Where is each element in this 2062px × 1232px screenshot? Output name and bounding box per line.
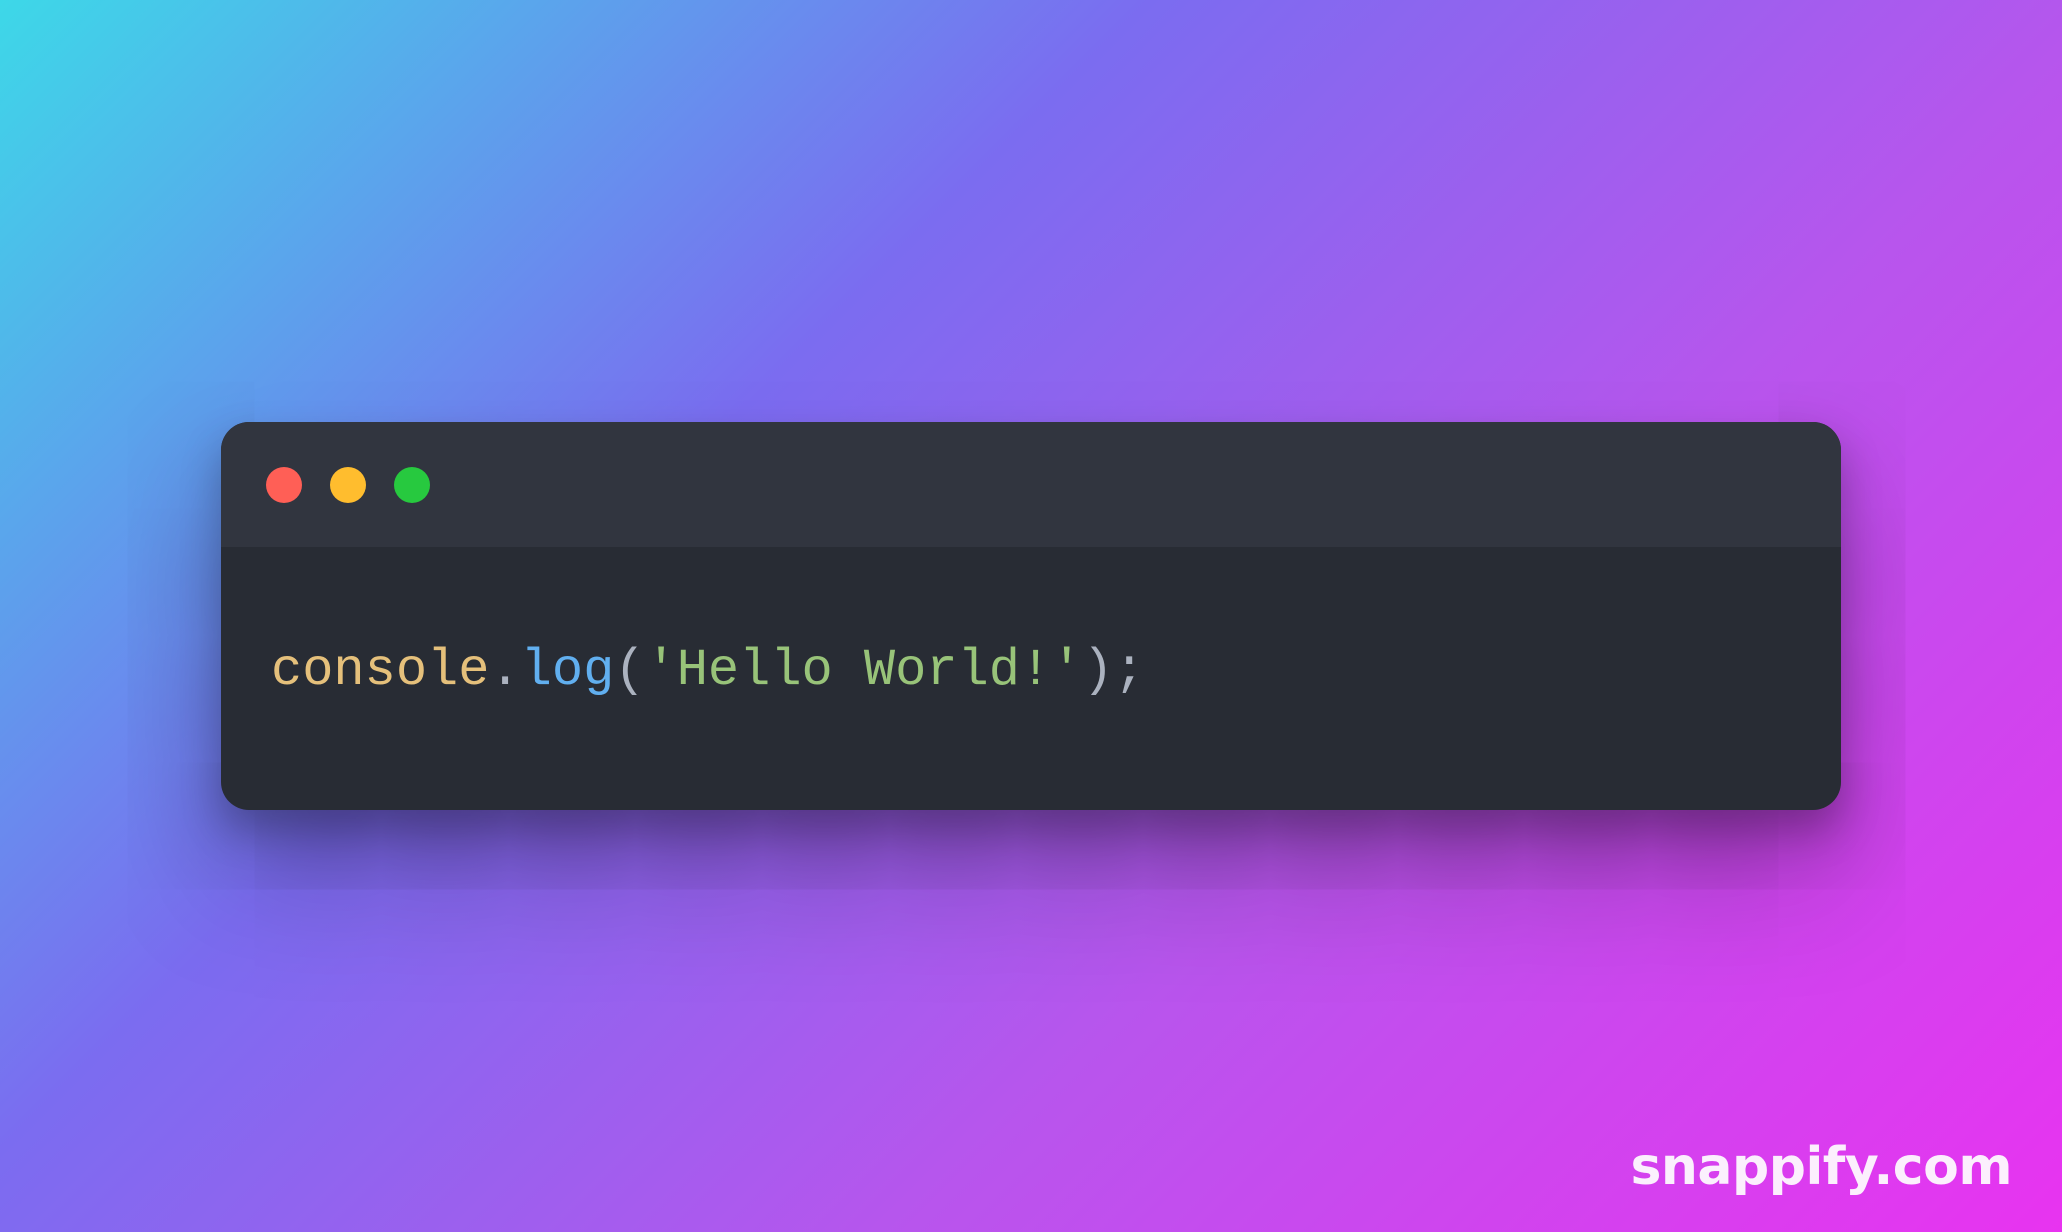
close-icon[interactable] [266, 467, 302, 503]
code-token-method: log [521, 641, 615, 700]
code-body: console.log('Hello World!'); [221, 547, 1841, 810]
code-window: console.log('Hello World!'); [221, 422, 1841, 810]
watermark: snappify.com [1630, 1137, 2012, 1197]
code-line: console.log('Hello World!'); [271, 632, 1791, 710]
code-token-dot: . [489, 641, 520, 700]
code-token-close-paren: ) [1082, 641, 1113, 700]
code-token-string: 'Hello World!' [646, 641, 1083, 700]
code-token-open-paren: ( [614, 641, 645, 700]
titlebar [221, 422, 1841, 547]
maximize-icon[interactable] [394, 467, 430, 503]
minimize-icon[interactable] [330, 467, 366, 503]
code-token-object: console [271, 641, 489, 700]
code-token-semicolon: ; [1114, 641, 1145, 700]
